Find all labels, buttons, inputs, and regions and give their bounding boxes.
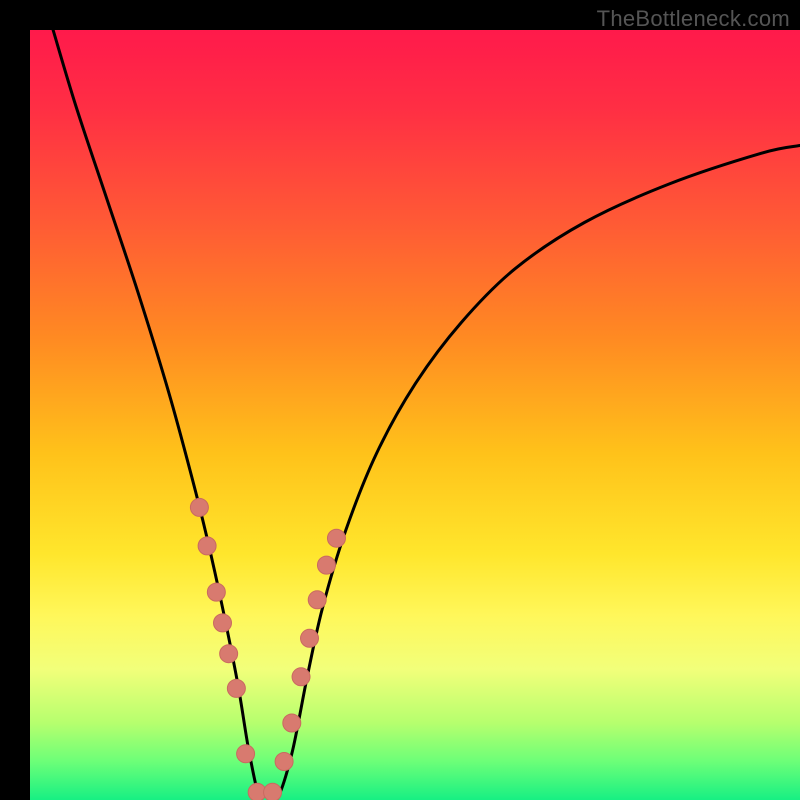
highlighted-point (220, 645, 238, 663)
highlighted-point (283, 714, 301, 732)
highlighted-point (237, 745, 255, 763)
highlighted-point (214, 614, 232, 632)
highlighted-point (317, 556, 335, 574)
attribution-text: TheBottleneck.com (597, 6, 790, 32)
bottleneck-curve (53, 30, 800, 800)
bottleneck-curve-layer (30, 30, 800, 800)
highlighted-point (292, 668, 310, 686)
chart-stage: TheBottleneck.com (0, 0, 800, 800)
highlighted-point (308, 591, 326, 609)
highlighted-point (207, 583, 225, 601)
highlighted-point (327, 529, 345, 547)
plot-area (30, 30, 800, 800)
highlighted-point (301, 629, 319, 647)
highlighted-point (227, 679, 245, 697)
highlighted-point (190, 498, 208, 516)
highlighted-point (275, 753, 293, 771)
highlighted-point (264, 783, 282, 800)
highlighted-point (198, 537, 216, 555)
highlighted-points-group (190, 498, 345, 800)
